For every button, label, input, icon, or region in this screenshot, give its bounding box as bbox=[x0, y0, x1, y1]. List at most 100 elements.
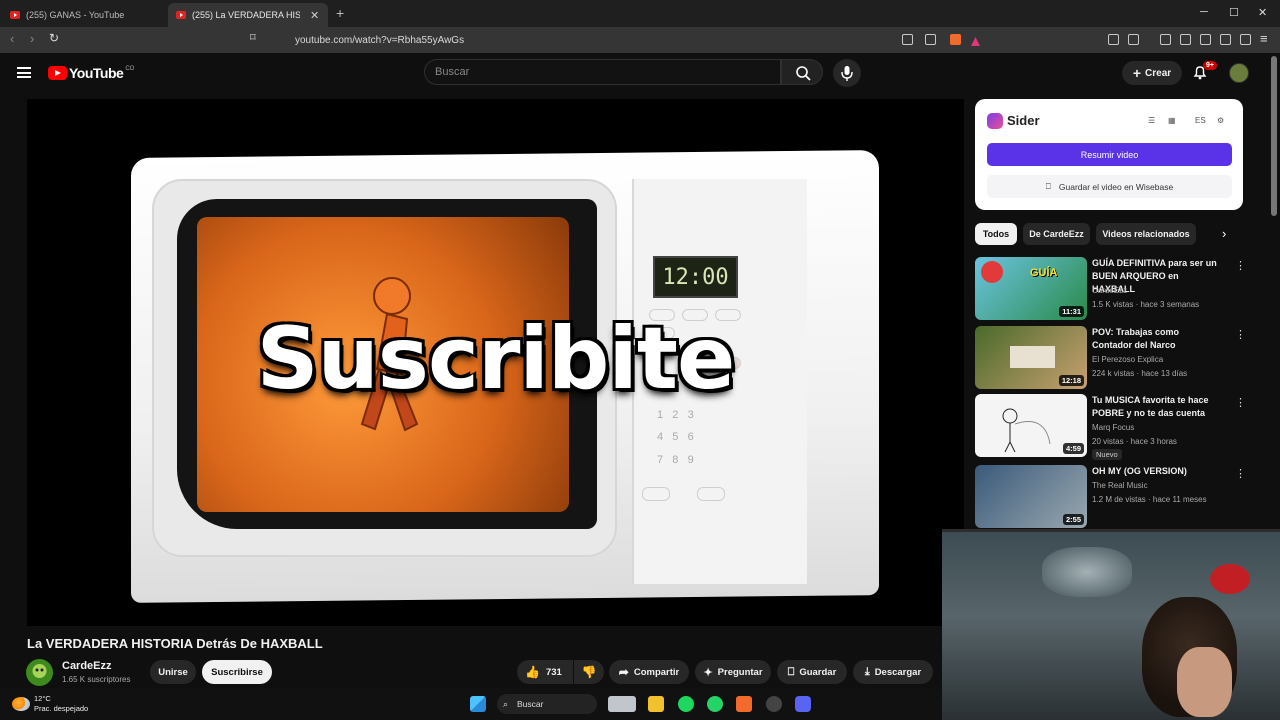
chip-todos[interactable]: Todos bbox=[975, 223, 1017, 245]
game-app-icon[interactable] bbox=[608, 696, 636, 712]
close-window-button[interactable]: ✕ bbox=[1258, 6, 1267, 19]
video-duration: 12:18 bbox=[1058, 375, 1084, 386]
close-tab-icon[interactable]: ✕ bbox=[310, 9, 319, 22]
brave-browser-icon[interactable] bbox=[736, 696, 752, 712]
ask-button[interactable]: ✦ Preguntar bbox=[695, 660, 771, 684]
search-input[interactable]: Buscar bbox=[424, 59, 781, 85]
wallet-icon[interactable] bbox=[1200, 34, 1211, 45]
thumbs-up-icon: 👍 bbox=[525, 665, 540, 679]
ai-icon[interactable] bbox=[1220, 34, 1231, 45]
bookmark-icon: ⎕ bbox=[1045, 181, 1051, 191]
weather-widget[interactable]: 12°C Prac. despejado bbox=[12, 694, 88, 714]
search-placeholder: Buscar bbox=[435, 66, 470, 78]
recommendation-item[interactable]: 12:18 POV: Trabajas como Contador del Na… bbox=[975, 326, 1246, 390]
browser-tab-bar: (255) GANAS - YouTube (255) La VERDADERA… bbox=[0, 0, 1280, 27]
more-options-icon[interactable]: ⋮ bbox=[1235, 467, 1246, 480]
reload-icon[interactable]: ↻ bbox=[49, 31, 59, 45]
channel-name[interactable]: El Perezoso Explica bbox=[1092, 355, 1163, 364]
media-icon[interactable] bbox=[1160, 34, 1171, 45]
bookmark-icon[interactable]: ⌑ bbox=[250, 31, 256, 44]
weather-condition: Prac. despejado bbox=[34, 704, 89, 713]
video-thumbnail[interactable]: 2:55 bbox=[975, 465, 1087, 528]
join-button[interactable]: Unirse bbox=[150, 660, 196, 684]
steam-icon[interactable] bbox=[766, 696, 782, 712]
voice-search-button[interactable] bbox=[833, 59, 861, 87]
forward-icon[interactable]: › bbox=[30, 31, 34, 46]
hamburger-menu-icon[interactable] bbox=[17, 67, 31, 78]
more-options-icon[interactable]: ⋮ bbox=[1235, 396, 1246, 409]
list-view-icon[interactable]: ☰ bbox=[1148, 116, 1155, 125]
scrollbar[interactable] bbox=[1271, 56, 1277, 216]
channel-avatar-image bbox=[32, 664, 47, 678]
menu-icon[interactable]: ≡ bbox=[1260, 31, 1268, 46]
channel-name[interactable]: Marq Focus bbox=[1092, 423, 1134, 432]
rewards-icon[interactable] bbox=[970, 34, 981, 46]
summarize-video-button[interactable]: Resumir video bbox=[987, 143, 1232, 166]
chip-related[interactable]: Videos relacionados bbox=[1096, 223, 1196, 245]
language-selector[interactable]: ES bbox=[1195, 116, 1206, 125]
taskbar-search-label: Buscar bbox=[517, 699, 544, 709]
user-avatar[interactable] bbox=[1229, 63, 1249, 83]
video-thumbnail[interactable]: 12:18 bbox=[975, 326, 1087, 389]
like-count: 731 bbox=[545, 666, 562, 678]
whatsapp-icon[interactable] bbox=[707, 696, 723, 712]
save-button[interactable]: ⎕ Guardar bbox=[777, 660, 847, 684]
video-player[interactable]: 12:00 1 2 3 4 5 6 7 8 9 Suscribite bbox=[27, 99, 964, 626]
maximize-button[interactable]: ☐ bbox=[1229, 6, 1239, 19]
taskbar-search[interactable]: ⌕ Buscar bbox=[497, 694, 597, 714]
more-options-icon[interactable]: ⋮ bbox=[1235, 328, 1246, 341]
like-button[interactable]: 👍 731 bbox=[517, 660, 573, 684]
back-icon[interactable]: ‹ bbox=[10, 31, 14, 46]
subscribe-button[interactable]: Suscribirse bbox=[202, 660, 272, 684]
share-button[interactable]: ➦ Compartir bbox=[609, 660, 689, 684]
save-to-wisebase-button[interactable]: ⎕ Guardar el video en Wisebase bbox=[987, 175, 1232, 198]
tab-haxball[interactable]: (255) La VERDADERA HISTORIA D ✕ bbox=[168, 3, 328, 27]
channel-name[interactable]: CardeEzz bbox=[62, 660, 112, 672]
recommendation-item[interactable]: 4:59 Tu MUSICA favorita te hace POBRE y … bbox=[975, 394, 1246, 460]
extension-icon[interactable] bbox=[1108, 34, 1119, 45]
microwave-keypad: 7 8 9 bbox=[657, 454, 694, 466]
settings-icon[interactable]: ⚙ bbox=[1217, 116, 1224, 125]
brave-shield-icon[interactable] bbox=[950, 34, 961, 45]
file-explorer-icon[interactable] bbox=[648, 696, 664, 712]
create-button[interactable]: + Crear bbox=[1122, 61, 1182, 85]
chip-label: Videos relacionados bbox=[1102, 229, 1190, 239]
dislike-button[interactable]: 👎 bbox=[574, 660, 604, 684]
channel-name[interactable]: CardeEzz bbox=[1092, 286, 1127, 295]
video-thumbnail[interactable]: GUÍA 11:31 bbox=[975, 257, 1087, 320]
address-bar: ‹ › ↻ ⌑ youtube.com/watch?v=Rbha55yAwGs … bbox=[0, 27, 1280, 53]
wisebase-label: Guardar el video en Wisebase bbox=[1058, 181, 1174, 192]
cast-icon[interactable] bbox=[902, 34, 913, 45]
recommendation-item[interactable]: GUÍA 11:31 GUÍA DEFINITIVA para ser un B… bbox=[975, 257, 1246, 321]
url-field[interactable]: youtube.com/watch?v=Rbha55yAwGs bbox=[270, 30, 990, 50]
spotify-icon[interactable] bbox=[678, 696, 694, 712]
discord-icon[interactable] bbox=[795, 696, 811, 712]
tab-ganas[interactable]: (255) GANAS - YouTube bbox=[2, 3, 166, 27]
chevron-right-icon[interactable]: › bbox=[1222, 226, 1226, 241]
video-thumbnail[interactable]: 4:59 bbox=[975, 394, 1087, 457]
subscriber-count: 1.65 K suscriptores bbox=[62, 675, 131, 684]
sidebar-icon[interactable] bbox=[1180, 34, 1191, 45]
new-badge: Nuevo bbox=[1092, 449, 1122, 460]
grid-view-icon[interactable]: ▦ bbox=[1168, 116, 1176, 125]
recommendation-item[interactable]: 2:55 OH MY (OG VERSION) The Real Music 1… bbox=[975, 465, 1246, 529]
windows-start-icon[interactable] bbox=[470, 696, 486, 712]
minimize-button[interactable]: ─ bbox=[1200, 6, 1208, 18]
search-button[interactable] bbox=[781, 59, 823, 85]
more-options-icon[interactable]: ⋮ bbox=[1235, 259, 1246, 272]
sider-panel: Sider ☰ ▦ ES ⚙ Resumir video ⎕ Guardar e… bbox=[975, 99, 1243, 210]
video-meta: 1.2 M de vistas · hace 11 meses bbox=[1092, 495, 1207, 504]
microwave-button bbox=[697, 487, 725, 501]
video-title: OH MY (OG VERSION) bbox=[1092, 466, 1187, 476]
new-tab-button[interactable]: + bbox=[336, 5, 344, 21]
channel-name[interactable]: The Real Music bbox=[1092, 481, 1148, 490]
video-duration: 2:55 bbox=[1062, 514, 1084, 525]
thumbnail-badge bbox=[981, 261, 1003, 283]
extension-icon[interactable] bbox=[1128, 34, 1139, 45]
youtube-logo[interactable]: YouTube CO bbox=[48, 65, 134, 81]
channel-avatar[interactable] bbox=[26, 659, 53, 686]
chip-channel[interactable]: De CardeEzz bbox=[1023, 223, 1090, 245]
download-button[interactable]: ⤓ Descargar bbox=[853, 660, 933, 684]
share-icon[interactable] bbox=[925, 34, 936, 45]
vpn-icon[interactable] bbox=[1240, 34, 1251, 45]
